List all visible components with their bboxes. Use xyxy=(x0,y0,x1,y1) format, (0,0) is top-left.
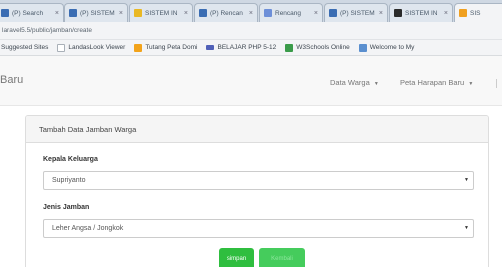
favicon-icon xyxy=(394,9,402,17)
nav-divider xyxy=(496,79,497,88)
favicon-icon xyxy=(329,9,337,17)
close-tab-icon[interactable]: × xyxy=(55,10,59,17)
bookmark-favicon-icon xyxy=(134,43,143,52)
close-tab-icon[interactable]: × xyxy=(119,10,123,17)
browser-tab[interactable]: SISTEM IN × xyxy=(389,3,453,22)
nav-item-label: Peta Harapan Baru xyxy=(400,78,465,87)
bookmark-item[interactable]: Tutang Peta Domi xyxy=(134,43,198,52)
browser-tab[interactable]: (P) Search × xyxy=(0,3,64,22)
kepala-keluarga-select[interactable]: Supriyanto ▼ xyxy=(43,171,474,190)
page-icon xyxy=(57,43,66,52)
bookmark-favicon-icon xyxy=(206,45,215,50)
bookmark-item[interactable]: Welcome to My xyxy=(358,43,415,52)
favicon-icon xyxy=(69,9,77,17)
tab-title: (P) Search xyxy=(12,9,44,17)
close-tab-icon[interactable]: × xyxy=(249,10,253,17)
tab-title: SIS xyxy=(470,9,481,17)
close-tab-icon[interactable]: × xyxy=(379,10,383,17)
bookmark-item[interactable]: LandasLook Viewer xyxy=(57,43,126,52)
bookmark-label: BELAJAR PHP 5-12 xyxy=(217,44,277,51)
dropdown-arrow-icon: ▼ xyxy=(464,225,469,231)
browser-tab[interactable]: (P) SISTEM × xyxy=(324,3,388,22)
favicon-icon xyxy=(199,9,207,17)
tab-title: (P) SISTEM xyxy=(80,9,115,17)
browser-tab[interactable]: SISTEM IN × xyxy=(129,3,193,22)
bookmark-label: W3Schools Online xyxy=(296,44,350,51)
close-tab-icon[interactable]: × xyxy=(184,10,188,17)
bookmark-item[interactable]: W3Schools Online xyxy=(285,43,350,52)
select-value: Leher Angsa / Jongkok xyxy=(52,225,124,232)
bookmark-favicon-icon xyxy=(285,43,294,52)
tab-title: (P) SISTEM xyxy=(340,9,375,17)
jenis-jamban-select[interactable]: Leher Angsa / Jongkok ▼ xyxy=(43,219,474,238)
simpan-button[interactable]: simpan xyxy=(219,248,254,267)
caret-down-icon: ▼ xyxy=(468,81,474,87)
caret-down-icon: ▼ xyxy=(373,81,379,87)
tab-title: SISTEM IN xyxy=(405,9,438,17)
bookmarks-bar: Suggested Sites LandasLook Viewer Tutang… xyxy=(0,40,502,56)
bookmark-item[interactable]: BELAJAR PHP 5-12 xyxy=(206,44,276,51)
nav-item-data-warga[interactable]: Data Warga ▼ xyxy=(330,78,379,87)
browser-tab[interactable]: (P) SISTEM × xyxy=(64,3,128,22)
url-text[interactable]: laravel5.5/public/jamban/create xyxy=(2,27,92,34)
form-panel: Tambah Data Jamban Warga Kepala Keluarga… xyxy=(25,115,489,267)
favicon-icon xyxy=(264,9,272,17)
browser-tab[interactable]: Rencang × xyxy=(259,3,323,22)
close-tab-icon[interactable]: × xyxy=(444,10,448,17)
tab-title: Rencang xyxy=(275,9,302,17)
nav-item-peta-harapan-baru[interactable]: Peta Harapan Baru ▼ xyxy=(400,78,473,87)
tab-title: (P) Rencan xyxy=(210,9,243,17)
jenis-jamban-label: Jenis Jamban xyxy=(43,204,90,211)
address-bar[interactable]: laravel5.5/public/jamban/create xyxy=(0,22,502,40)
favicon-icon xyxy=(134,9,142,17)
favicon-icon xyxy=(1,9,9,17)
close-tab-icon[interactable]: × xyxy=(314,10,318,17)
kepala-keluarga-label: Kepala Keluarga xyxy=(43,156,98,163)
bookmark-label: Suggested Sites xyxy=(1,44,49,51)
bookmark-favicon-icon xyxy=(358,43,367,52)
dropdown-arrow-icon: ▼ xyxy=(464,177,469,183)
select-value: Supriyanto xyxy=(52,177,86,184)
tab-title: SISTEM IN xyxy=(145,9,178,17)
panel-heading: Tambah Data Jamban Warga xyxy=(26,116,488,143)
browser-tab-strip: (P) Search × (P) SISTEM × SISTEM IN × (P… xyxy=(0,0,502,22)
favicon-icon xyxy=(459,9,467,17)
browser-tab[interactable]: (P) Rencan × xyxy=(194,3,258,22)
kembali-button[interactable]: Kembali xyxy=(259,248,305,267)
bookmark-item[interactable]: Suggested Sites xyxy=(0,44,48,52)
bookmark-label: LandasLook Viewer xyxy=(68,44,126,51)
app-navbar: Baru Data Warga ▼ Peta Harapan Baru ▼ xyxy=(0,56,502,106)
navbar-brand[interactable]: Baru xyxy=(0,74,23,86)
bookmark-label: Tutang Peta Domi xyxy=(145,44,198,51)
nav-item-label: Data Warga xyxy=(330,78,370,87)
bookmark-label: Welcome to My xyxy=(369,44,415,51)
browser-tab-active[interactable]: SIS xyxy=(454,3,502,22)
